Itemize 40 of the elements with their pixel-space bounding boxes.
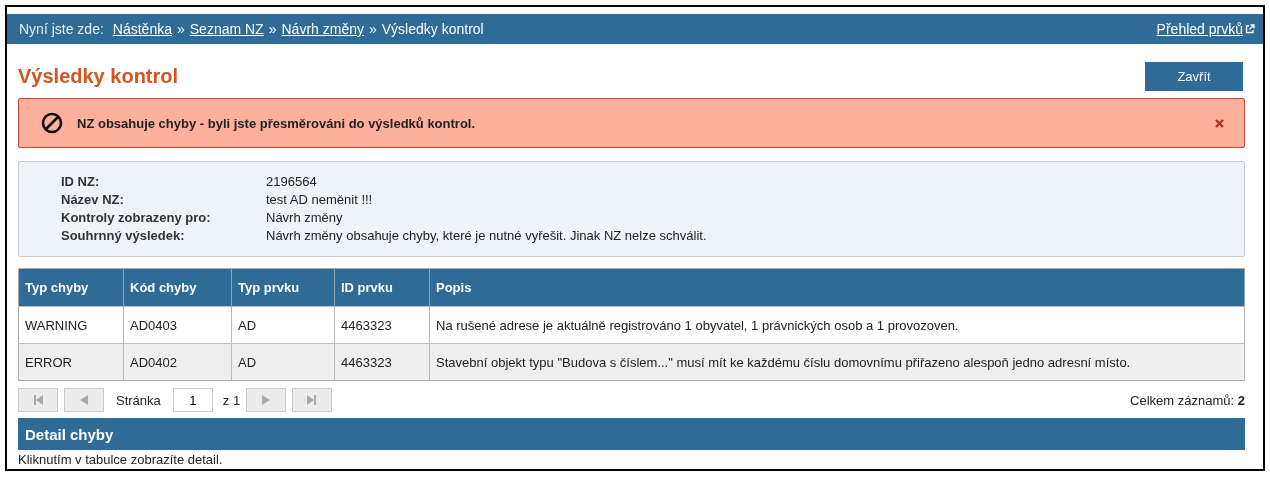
breadcrumb-separator: »: [368, 21, 377, 37]
info-label: Souhrnný výsledek:: [61, 228, 186, 244]
column-header[interactable]: Kód chyby: [123, 268, 232, 307]
total-records: Celkem záznamů: 2: [1130, 392, 1245, 408]
info-label: Kontroly zobrazeny pro:: [61, 210, 212, 226]
info-value: test AD neměnit !!!: [266, 192, 374, 208]
breadcrumb-link[interactable]: Návrh změny: [281, 21, 364, 37]
page-input[interactable]: 1: [172, 388, 213, 412]
table-cell: ERROR: [18, 343, 124, 381]
column-header[interactable]: Typ chyby: [18, 268, 124, 307]
close-button[interactable]: Zavřít: [1145, 61, 1243, 91]
table-cell: Stavební objekt typu "Budova s číslem..." musí mít ke každému číslu domovnímu přiřazeno alespoň jedno adresní místo.: [429, 343, 1245, 381]
breadcrumb-link[interactable]: Nástěnka: [112, 21, 172, 37]
page-label: Stránka: [116, 392, 161, 408]
detail-title: Detail chyby: [18, 418, 1245, 450]
breadcrumb-separator: »: [177, 21, 185, 37]
column-header[interactable]: ID prvku: [334, 268, 430, 307]
breadcrumb-separator: »: [268, 21, 277, 37]
prohibited-icon: [41, 112, 63, 134]
breadcrumb-current: Výsledky kontrol: [381, 21, 484, 37]
overview-link[interactable]: Přehled prvků: [1156, 21, 1243, 37]
page-title: Výsledky kontrol: [18, 64, 179, 88]
info-label: ID NZ:: [61, 174, 101, 190]
info-label: Název NZ:: [61, 192, 125, 208]
column-header[interactable]: Typ prvku: [231, 268, 335, 307]
external-link-icon: [1245, 24, 1255, 34]
table-cell: 4463323: [334, 343, 430, 381]
page-count: z 1: [222, 392, 241, 408]
breadcrumb-label: Nyní jste zde:: [19, 21, 104, 37]
table-cell: AD: [231, 343, 335, 381]
breadcrumb-link[interactable]: Seznam NZ: [189, 21, 264, 37]
first-page-icon: [31, 393, 45, 407]
close-icon[interactable]: [1215, 118, 1224, 128]
table-cell: AD0402: [123, 343, 232, 381]
info-value: Návrh změny: [266, 210, 344, 226]
detail-hint: Kliknutím v tabulce zobrazíte detail.: [18, 452, 224, 467]
column-header[interactable]: Popis: [429, 268, 1245, 307]
alert-message: NZ obsahuje chyby - byli jste přesměrováni do výsledků kontrol.: [77, 115, 477, 131]
info-value: Návrh změny obsahuje chyby, které je nutné vyřešit. Jinak NZ nelze schválit.: [266, 228, 708, 244]
info-value: 2196564: [266, 174, 318, 190]
